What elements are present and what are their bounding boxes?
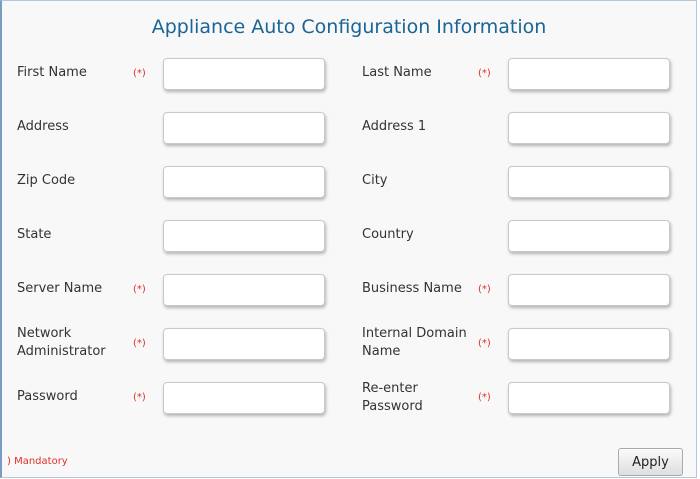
reenter-password-required-marker: (*) <box>478 392 491 403</box>
mandatory-note: ) Mandatory <box>7 456 68 467</box>
server-name-required-marker: (*) <box>133 284 146 295</box>
internal-domain-name-label-line1: Internal Domain <box>362 326 467 341</box>
business-name-label: Business Name <box>362 281 462 296</box>
business-name-required-marker: (*) <box>478 284 491 295</box>
first-name-field[interactable] <box>163 58 325 90</box>
last-name-label: Last Name <box>362 65 432 80</box>
password-label: Password <box>17 389 78 404</box>
internal-domain-name-required-marker: (*) <box>478 338 491 349</box>
state-label: State <box>17 227 52 242</box>
network-administrator-field[interactable] <box>163 328 325 360</box>
internal-domain-name-label-line2: Name <box>362 344 401 359</box>
zip-code-label: Zip Code <box>17 173 76 188</box>
network-administrator-label-line1: Network <box>17 326 72 341</box>
password-required-marker: (*) <box>133 392 146 403</box>
first-name-label: First Name <box>17 65 87 80</box>
country-label: Country <box>362 227 414 242</box>
reenter-password-label-line1: Re-enter <box>362 381 418 396</box>
zip-code-field[interactable] <box>163 166 325 198</box>
business-name-field[interactable] <box>508 274 670 306</box>
reenter-password-field[interactable] <box>508 382 670 414</box>
last-name-field[interactable] <box>508 58 670 90</box>
network-administrator-label-line2: Administrator <box>17 344 106 359</box>
network-administrator-label: Network Administrator <box>17 325 106 361</box>
address-1-field[interactable] <box>508 112 670 144</box>
address-1-label: Address 1 <box>362 119 427 134</box>
country-field[interactable] <box>508 220 670 252</box>
server-name-label: Server Name <box>17 281 103 296</box>
city-field[interactable] <box>508 166 670 198</box>
reenter-password-label: Re-enter Password <box>362 380 423 416</box>
state-field[interactable] <box>163 220 325 252</box>
city-label: City <box>362 173 388 188</box>
internal-domain-name-label: Internal Domain Name <box>362 325 467 361</box>
configuration-form-panel: Appliance Auto Configuration Information… <box>0 0 697 478</box>
address-label: Address <box>17 119 69 134</box>
reenter-password-label-line2: Password <box>362 399 423 414</box>
first-name-required-marker: (*) <box>133 68 146 79</box>
server-name-field[interactable] <box>163 274 325 306</box>
network-administrator-required-marker: (*) <box>133 338 146 349</box>
internal-domain-name-field[interactable] <box>508 328 670 360</box>
address-field[interactable] <box>163 112 325 144</box>
apply-button[interactable]: Apply <box>618 448 683 476</box>
form-title: Appliance Auto Configuration Information <box>151 16 547 38</box>
last-name-required-marker: (*) <box>478 68 491 79</box>
password-field[interactable] <box>163 382 325 414</box>
